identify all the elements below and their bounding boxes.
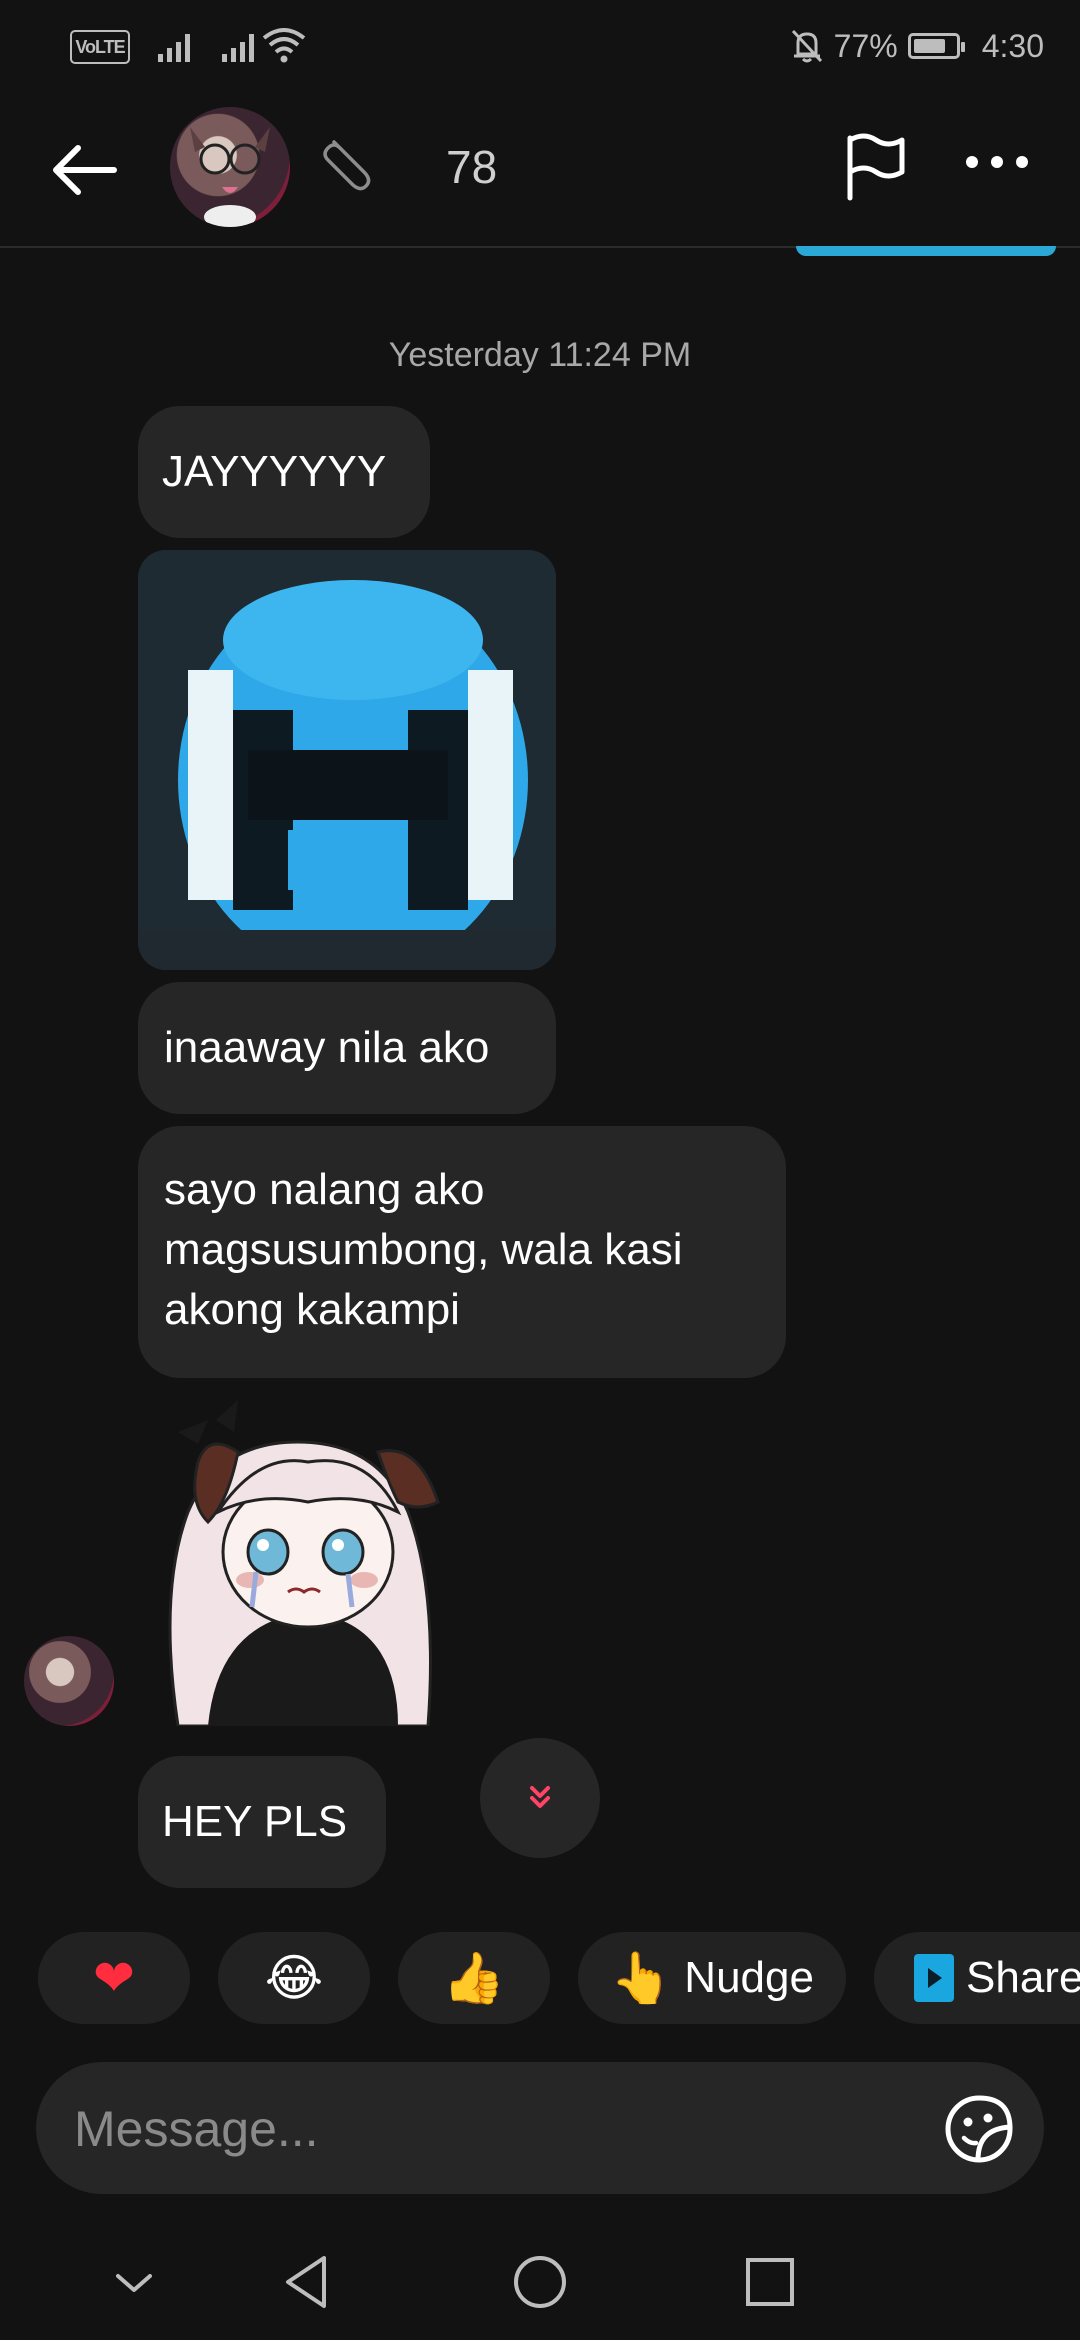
previous-message-edge — [796, 246, 1056, 256]
message-bubble[interactable]: inaaway nila ako — [138, 982, 556, 1114]
laughing-emoji-icon: 😂 — [264, 1949, 324, 2007]
nudge-button[interactable]: 👆 Nudge — [578, 1932, 846, 2024]
cat-avatar-image — [190, 127, 270, 227]
nav-home-icon[interactable] — [508, 2250, 572, 2314]
signal-icon — [158, 28, 198, 62]
thumbs-up-icon: 👍 — [442, 1949, 506, 2007]
message-timestamp: Yesterday 11:24 PM — [388, 336, 692, 374]
message-composer — [36, 2062, 1044, 2194]
more-icon[interactable] — [962, 152, 1032, 172]
quick-heart-button[interactable]: ❤ — [38, 1932, 190, 2024]
volte-indicator: VoLTE — [70, 30, 130, 64]
chevron-double-down-icon — [530, 1786, 550, 1808]
nav-back-icon[interactable] — [276, 2250, 340, 2314]
status-bar: VoLTE 77% 4:30 — [0, 0, 1080, 90]
wifi-icon — [262, 28, 306, 63]
battery-percent: 77% — [833, 27, 898, 64]
image-message[interactable] — [138, 550, 556, 970]
quick-laugh-button[interactable]: 😂 — [218, 1932, 370, 2024]
nav-collapse-icon[interactable] — [102, 2250, 166, 2314]
share-play-icon — [914, 1954, 954, 2002]
nav-recents-icon[interactable] — [738, 2250, 802, 2314]
sender-avatar[interactable] — [24, 1636, 114, 1726]
mute-bell-icon — [791, 29, 822, 63]
chat-avatar[interactable] — [170, 107, 290, 227]
sticker-message[interactable] — [138, 1392, 478, 1728]
message-bubble[interactable]: sayo nalang ako magsusumbong, wala kasi … — [138, 1126, 786, 1378]
share-button[interactable]: Share — [874, 1932, 1080, 2024]
nudge-label: Nudge — [684, 1953, 814, 2002]
clock: 4:30 — [981, 27, 1044, 64]
crying-anime-girl-sticker — [168, 1400, 440, 1728]
pointing-hand-icon: 👆 — [610, 1949, 673, 2007]
quick-thumbs-up-button[interactable]: 👍 — [398, 1932, 550, 2024]
back-arrow-icon[interactable] — [48, 130, 128, 210]
status-right: 77% 4:30 — [790, 26, 1044, 66]
member-count: 78 — [446, 141, 498, 193]
system-nav-bar — [0, 2224, 1080, 2340]
signal-icon-2 — [222, 28, 262, 62]
chat-header: 78 — [0, 90, 1080, 248]
heart-icon: ❤ — [93, 1949, 135, 2007]
battery-icon — [907, 33, 965, 59]
sticker-icon[interactable] — [944, 2094, 1014, 2164]
message-input[interactable] — [72, 2092, 936, 2166]
share-label: Share — [966, 1953, 1080, 2002]
pin-icon[interactable] — [320, 130, 384, 194]
message-bubble[interactable]: JAYYYYYY — [138, 406, 430, 538]
message-bubble[interactable]: HEY PLS — [138, 1756, 386, 1888]
pixelated-image — [138, 550, 556, 970]
scroll-to-bottom-button[interactable] — [480, 1738, 600, 1858]
flag-icon[interactable] — [840, 132, 910, 202]
